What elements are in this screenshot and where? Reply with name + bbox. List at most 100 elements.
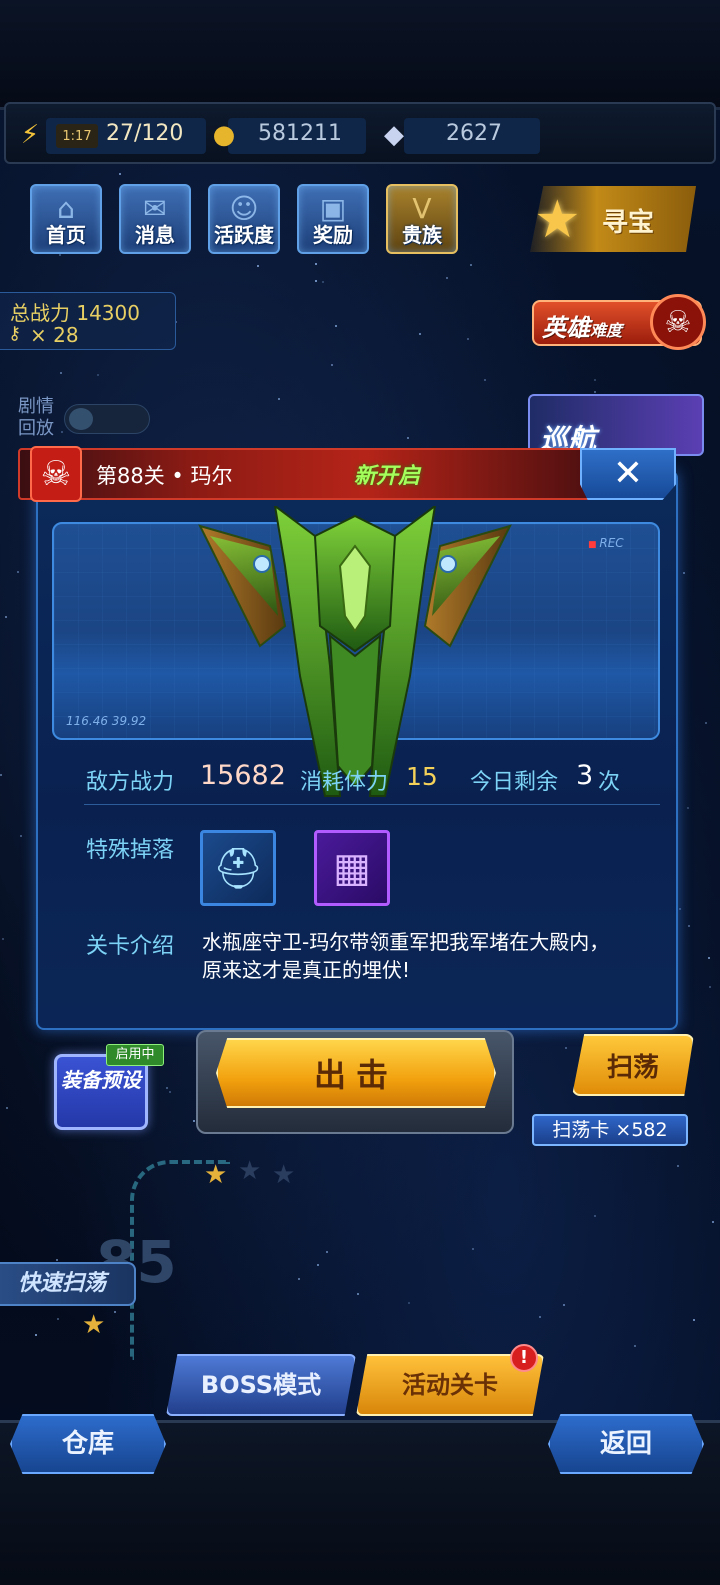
lightning-icon: ⚡ <box>20 120 40 150</box>
hero-difficulty-button[interactable]: 英雄难度 ☠ <box>532 294 706 350</box>
drop-item-armor[interactable]: ⛑ <box>200 830 276 906</box>
star-dot <box>712 1221 714 1223</box>
nav-messages-label: 消息 <box>135 223 175 247</box>
star-dot <box>61 431 63 433</box>
nav-noble-label: 贵族 <box>402 223 442 247</box>
gold-value: 581211 <box>258 121 342 146</box>
sweep-button[interactable]: 扫荡 <box>572 1034 694 1096</box>
star-dot <box>594 1215 596 1217</box>
treasure-label: 寻宝 <box>602 208 655 238</box>
diamond-icon: ◆ <box>384 120 404 150</box>
stamina-timer: 1:17 <box>56 124 98 148</box>
key-icon: ⚷ <box>8 323 22 344</box>
star-dot <box>114 1311 116 1313</box>
gold-slot[interactable]: 581211 <box>228 118 366 154</box>
star-dot <box>60 372 62 374</box>
stage-title: 第88关 • 玛尔 <box>96 464 233 488</box>
star-dot <box>298 1278 300 1280</box>
star-dot <box>683 572 685 574</box>
star-dot <box>408 1302 410 1304</box>
treasure-button[interactable]: ★ 寻宝 <box>530 186 696 252</box>
diamond-slot[interactable]: 2627 <box>404 118 540 154</box>
star-dot <box>5 616 7 618</box>
new-open-badge: 新开启 <box>354 464 421 489</box>
star-dot <box>472 1248 474 1250</box>
enemy-power-label: 敌方战力 <box>86 770 175 795</box>
star-dot <box>565 1047 567 1049</box>
warehouse-button[interactable]: 仓库 <box>10 1414 166 1474</box>
rec-indicator: REC <box>588 536 623 550</box>
map-star-icon: ★ <box>82 1310 106 1340</box>
star-dot <box>563 1304 565 1306</box>
nav-noble-button[interactable]: V 贵族 <box>386 184 458 254</box>
attack-button[interactable]: 出击 <box>216 1038 496 1108</box>
stamina-cost-label: 消耗体力 <box>300 770 389 795</box>
star-dot <box>677 1165 679 1167</box>
replay-toggle[interactable] <box>64 404 150 434</box>
star-dot <box>484 379 486 381</box>
star-dot <box>594 391 596 393</box>
star-dot <box>6 1107 8 1109</box>
remaining-unit: 次 <box>598 770 621 795</box>
star-dot <box>407 437 409 439</box>
key-count: × 28 <box>30 323 79 347</box>
in-use-badge: 启用中 <box>106 1044 164 1066</box>
stamina-value: 27/120 <box>106 121 184 146</box>
enemy-power-value: 15682 <box>200 760 286 791</box>
chip-icon: ▦ <box>333 845 371 891</box>
star-dot <box>0 774 2 776</box>
preview-coords: 116.46 39.92 <box>66 714 147 728</box>
star-dot <box>166 1087 168 1089</box>
star-dot <box>57 1318 59 1320</box>
helmet-icon: ⛑ <box>212 846 264 892</box>
boss-mode-button[interactable]: BOSS模式 <box>166 1354 356 1416</box>
star-dot <box>326 1251 328 1253</box>
coin-icon: ● <box>212 120 236 150</box>
nav-home-label: 首页 <box>46 223 86 247</box>
star-dot <box>59 254 61 256</box>
notification-badge: ! <box>510 1344 538 1372</box>
star-dot <box>278 398 280 400</box>
equip-preset-label: 装备预设 <box>61 1068 141 1092</box>
star-dot <box>693 1319 695 1321</box>
nav-rewards-button[interactable]: ▣ 奖励 <box>297 184 369 254</box>
star-dot <box>56 1259 58 1261</box>
star-dot <box>539 1316 541 1318</box>
nav-home-button[interactable]: ⌂ 首页 <box>30 184 102 254</box>
cruise-button[interactable]: 巡航 <box>528 394 704 456</box>
boss-skull-icon: ☠ <box>30 446 82 502</box>
back-button[interactable]: 返回 <box>548 1414 704 1474</box>
star-dot <box>709 986 711 988</box>
star-dot <box>467 338 469 340</box>
top-frame <box>0 0 720 110</box>
skull-icon: ☠ <box>650 294 706 350</box>
star-dot <box>679 908 681 910</box>
quick-sweep-button[interactable]: 快速扫荡 <box>0 1262 136 1306</box>
close-button[interactable]: ✕ <box>580 448 676 500</box>
star-dot <box>335 325 337 327</box>
nav-activity-label: 活跃度 <box>214 223 274 247</box>
star-dot <box>357 1293 359 1295</box>
star-dot <box>35 1334 37 1336</box>
nav-activity-button[interactable]: ☺ 活跃度 <box>208 184 280 254</box>
star-dot <box>2 938 4 940</box>
map-star-icon: ★ <box>204 1160 228 1190</box>
drop-item-chip[interactable]: ▦ <box>314 830 390 906</box>
star-dot <box>119 173 121 175</box>
star-dot <box>470 264 472 266</box>
star-dot <box>446 277 448 279</box>
total-power: 总战力 14300 <box>10 301 140 325</box>
star-dot <box>331 364 333 366</box>
hero-difficulty-label: 英雄难度 <box>542 314 623 342</box>
star-dot <box>315 263 317 265</box>
star-dot <box>688 925 690 927</box>
map-star-icon: ★ <box>272 1160 296 1190</box>
star-icon: ★ <box>534 190 581 250</box>
star-dot <box>705 722 707 724</box>
intro-text: 水瓶座守卫-玛尔带领重军把我军堵在大殿内，原来这才是真正的埋伏! <box>202 930 610 982</box>
nav-rewards-label: 奖励 <box>313 223 353 247</box>
special-drop-label: 特殊掉落 <box>86 838 175 863</box>
dialog-divider <box>84 804 660 805</box>
diamond-value: 2627 <box>446 121 502 146</box>
nav-messages-button[interactable]: ✉ 消息 <box>119 184 191 254</box>
